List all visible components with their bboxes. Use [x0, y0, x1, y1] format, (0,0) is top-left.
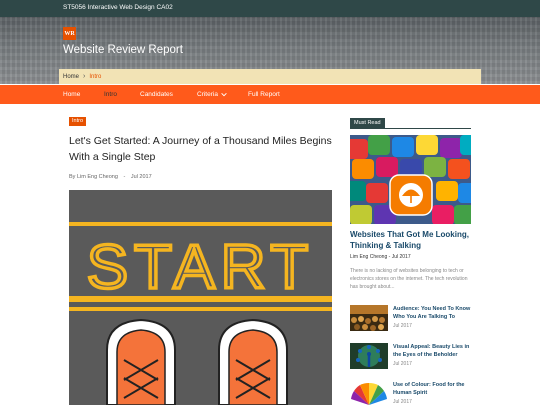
nav-item-candidates[interactable]: Candidates — [140, 91, 173, 98]
nav-item-intro[interactable]: Intro — [104, 91, 117, 98]
course-title: ST5056 Interactive Web Design CA02 — [63, 4, 173, 11]
nav-item-criteria[interactable]: Criteria — [197, 91, 227, 98]
article-date: Jul 2017 — [130, 174, 152, 180]
article-author[interactable]: By Lim Eng Cheong — [69, 174, 118, 180]
sidebar-section-header: Must Read — [350, 118, 471, 129]
sidebar-post-item[interactable]: Use of Colour: Food for the Human Spirit… — [350, 381, 475, 405]
sidebar-post-date: Jul 2017 — [393, 323, 412, 329]
byline-separator: - — [123, 174, 126, 180]
breadcrumb-current: Intro — [89, 73, 102, 80]
crowd-thumbnail-icon — [350, 305, 388, 331]
main-nav: Home Intro Candidates Criteria Full Repo… — [0, 85, 540, 104]
peacock-thumbnail-icon — [350, 343, 388, 369]
left-sneaker — [106, 318, 176, 405]
nav-item-full-report[interactable]: Full Report — [248, 91, 280, 98]
start-lettering: START — [87, 233, 315, 302]
feature-post-meta: Lim Eng Cheong - Jul 2017 — [350, 254, 411, 260]
chevron-right-icon: › — [83, 73, 86, 80]
nav-item-criteria-label: Criteria — [197, 91, 218, 98]
site-title[interactable]: Website Review Report — [63, 44, 183, 56]
feature-post-title[interactable]: Websites That Got Me Looking, Thinking &… — [350, 229, 475, 251]
sidebar-post-title[interactable]: Audience: You Need To Know Who You Are T… — [393, 305, 475, 321]
feature-post-excerpt: There is no lacking of websites belongin… — [350, 268, 468, 290]
breadcrumb: Home › Intro — [59, 69, 481, 84]
sidebar-post-date: Jul 2017 — [393, 399, 412, 405]
article-byline: By Lim Eng Cheong - Jul 2017 — [69, 174, 156, 180]
nav-item-home[interactable]: Home — [63, 91, 80, 98]
chevron-down-icon — [221, 92, 227, 97]
feature-post-image[interactable] — [350, 135, 471, 224]
breadcrumb-home-link[interactable]: Home — [63, 74, 79, 80]
sidebar-post-item[interactable]: Audience: You Need To Know Who You Are T… — [350, 305, 475, 335]
right-sneaker — [218, 318, 288, 405]
colour-wheel-thumbnail-icon — [350, 381, 388, 405]
sidebar-post-item[interactable]: Visual Appeal: Beauty Lies in the Eyes o… — [350, 343, 475, 373]
article-title: Let's Get Started: A Journey of a Thousa… — [69, 135, 332, 163]
site-logo[interactable]: WR — [63, 27, 76, 40]
must-read-label: Must Read — [350, 118, 385, 128]
article-category-tag[interactable]: Intro — [69, 117, 87, 126]
top-bar: ST5056 Interactive Web Design CA02 — [0, 0, 540, 17]
sidebar-post-title[interactable]: Visual Appeal: Beauty Lies in the Eyes o… — [393, 343, 475, 359]
sidebar-post-date: Jul 2017 — [393, 361, 412, 367]
sidebar-post-title[interactable]: Use of Colour: Food for the Human Spirit — [393, 381, 475, 397]
article-hero-image: START — [69, 190, 332, 405]
